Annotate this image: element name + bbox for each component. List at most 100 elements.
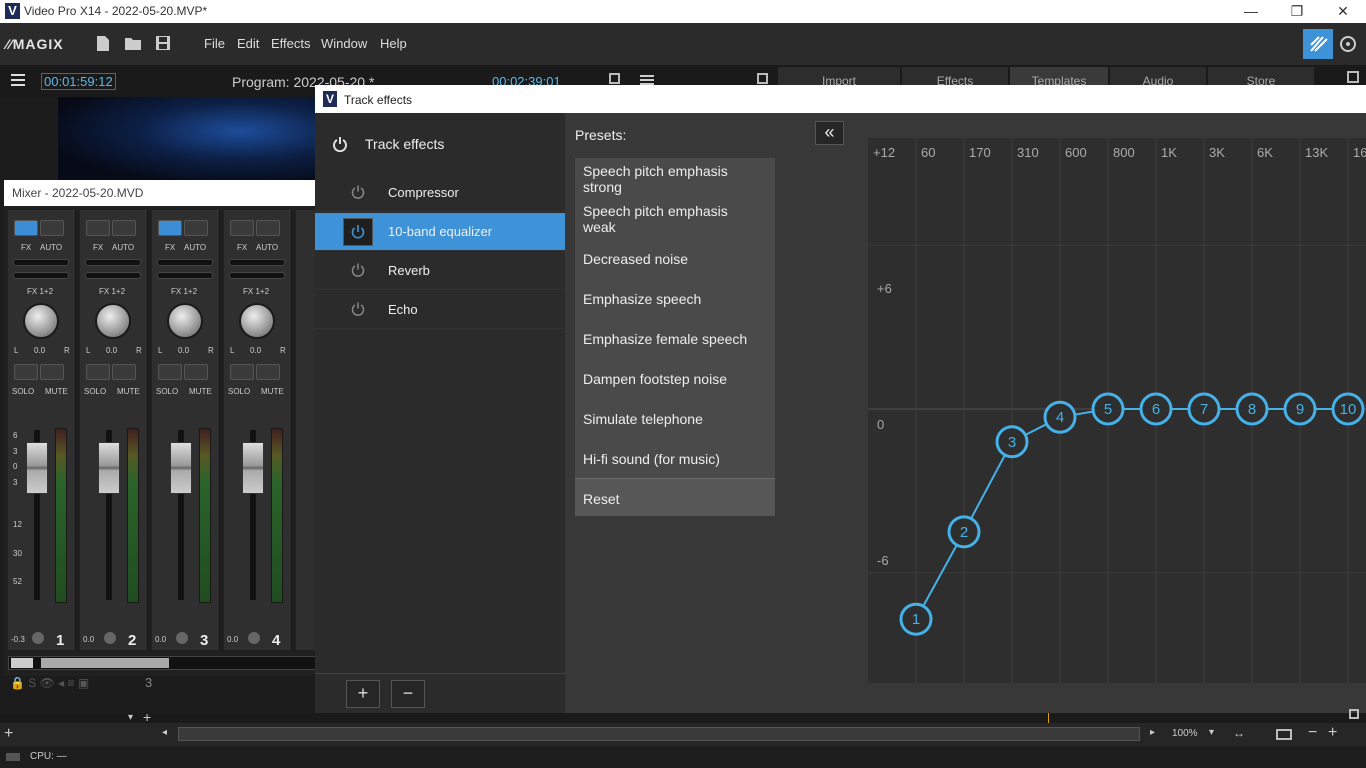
video-preview (58, 97, 318, 182)
auto-toggle[interactable] (256, 220, 280, 236)
disc-icon[interactable] (1340, 36, 1356, 52)
remove-effect-button[interactable]: − (391, 680, 425, 708)
dropdown-icon[interactable]: ▾ (128, 712, 133, 723)
preset-emphasize-speech[interactable]: Emphasize speech (583, 291, 701, 307)
pan-knob[interactable] (95, 303, 131, 339)
power-toggle[interactable] (343, 218, 373, 246)
volume-fader[interactable] (242, 442, 264, 494)
fit-screen-icon[interactable] (1276, 729, 1292, 740)
fit-width-icon[interactable]: ↔ (1233, 726, 1245, 740)
power-icon[interactable] (351, 185, 367, 201)
menu-edit[interactable]: Edit (237, 36, 259, 51)
program-monitor-icon[interactable] (609, 73, 620, 84)
auto-toggle[interactable] (40, 220, 64, 236)
mute-button[interactable] (256, 364, 280, 380)
input-icon[interactable] (248, 632, 260, 644)
eq-frequency-label: 13K (1305, 145, 1329, 160)
eq-band-label: 10 (1340, 401, 1357, 418)
fx-toggle[interactable] (86, 220, 110, 236)
level-meter (199, 428, 211, 603)
monitor-icon[interactable] (757, 73, 768, 84)
effect-item-reverb[interactable]: Reverb (315, 252, 565, 290)
menu-help[interactable]: Help (380, 36, 407, 51)
menu-window[interactable]: Window (321, 36, 367, 51)
mute-label: MUTE (189, 387, 212, 396)
fx-toggle[interactable] (14, 220, 38, 236)
input-icon[interactable] (176, 632, 188, 644)
volume-fader[interactable] (26, 442, 48, 494)
scroll-thumb[interactable] (41, 658, 169, 668)
save-icon[interactable] (155, 35, 171, 53)
volume-fader[interactable] (170, 442, 192, 494)
auto-toggle[interactable] (184, 220, 208, 236)
collapse-presets-button[interactable]: « (815, 121, 844, 145)
scroll-left-icon[interactable] (11, 658, 33, 668)
preset-speech-pitch-weak[interactable]: Speech pitch emphasis weak (583, 203, 763, 235)
solo-button[interactable] (86, 364, 110, 380)
mute-button[interactable] (184, 364, 208, 380)
mixer-strip-2: FX AUTO FX 1+2 L 0.0 R SOLO MUTE 0.0 2 (80, 210, 148, 650)
preset-decreased-noise[interactable]: Decreased noise (583, 251, 688, 267)
preset-emphasize-female-speech[interactable]: Emphasize female speech (583, 331, 747, 347)
preset-simulate-telephone[interactable]: Simulate telephone (583, 411, 703, 427)
scroll-right-icon[interactable]: ▸ (1150, 727, 1155, 738)
current-timecode[interactable]: 00:01:59:12 (41, 73, 116, 90)
track-number: 3 (145, 675, 153, 690)
minimize-button[interactable]: — (1228, 0, 1274, 23)
maximize-button[interactable]: ❐ (1274, 0, 1320, 23)
pan-knob[interactable] (239, 303, 275, 339)
panel-close-icon[interactable] (1347, 71, 1359, 83)
fx-toggle[interactable] (158, 220, 182, 236)
input-icon[interactable] (32, 632, 44, 644)
eq-band-handle-9[interactable]: 9 (1283, 392, 1317, 426)
interface-mode-button[interactable] (1303, 29, 1333, 59)
power-icon[interactable] (332, 136, 348, 152)
eq-band-handle-10[interactable]: 10 (1331, 392, 1365, 426)
preset-dampen-footstep-noise[interactable]: Dampen footstep noise (583, 371, 727, 387)
timeline-scroll-thumb[interactable] (178, 727, 1140, 741)
pan-knob[interactable] (167, 303, 203, 339)
close-button[interactable]: ✕ (1320, 0, 1366, 23)
volume-fader[interactable] (98, 442, 120, 494)
eq-band-handle-3[interactable]: 3 (995, 425, 1029, 459)
power-icon[interactable] (351, 302, 367, 318)
eq-band-handle-4[interactable]: 4 (1043, 400, 1077, 434)
open-folder-icon[interactable] (124, 35, 141, 53)
mute-button[interactable] (40, 364, 64, 380)
solo-button[interactable] (230, 364, 254, 380)
effect-item-compressor[interactable]: Compressor (315, 174, 565, 212)
new-file-icon[interactable] (96, 35, 112, 53)
effect-item-echo[interactable]: Echo (315, 291, 565, 329)
menu-file[interactable]: File (204, 36, 225, 51)
power-icon[interactable] (351, 263, 367, 279)
eq-band-handle-5[interactable]: 5 (1091, 392, 1125, 426)
add-effect-button[interactable]: + (346, 680, 380, 708)
scroll-left-icon[interactable]: ◂ (162, 727, 167, 738)
preset-hifi-sound[interactable]: Hi-fi sound (for music) (583, 451, 720, 467)
expand-icon[interactable] (1349, 709, 1359, 719)
zoom-out-icon[interactable]: − (1308, 724, 1317, 742)
auto-toggle[interactable] (112, 220, 136, 236)
input-icon[interactable] (104, 632, 116, 644)
solo-button[interactable] (158, 364, 182, 380)
zoom-dropdown-icon[interactable]: ▾ (1209, 727, 1214, 738)
eq-band-handle-1[interactable]: 1 (899, 602, 933, 636)
mute-button[interactable] (112, 364, 136, 380)
zoom-in-icon[interactable]: + (1328, 724, 1337, 742)
preset-speech-pitch-strong[interactable]: Speech pitch emphasis strong (583, 163, 763, 195)
eq-band-handle-8[interactable]: 8 (1235, 392, 1269, 426)
zoom-level[interactable]: 100% (1172, 728, 1198, 739)
menu-effects[interactable]: Effects (271, 36, 311, 51)
fx-toggle[interactable] (230, 220, 254, 236)
list-icon[interactable] (640, 75, 654, 85)
reset-button[interactable]: Reset (575, 478, 775, 516)
eq-band-handle-7[interactable]: 7 (1187, 392, 1221, 426)
solo-button[interactable] (14, 364, 38, 380)
pan-knob[interactable] (23, 303, 59, 339)
eq-band-handle-2[interactable]: 2 (947, 515, 981, 549)
effect-item-10-band-equalizer[interactable]: 10-band equalizer (315, 213, 565, 251)
hamburger-menu-icon[interactable] (11, 74, 25, 86)
mixer-scrollbar[interactable] (8, 656, 316, 670)
eq-band-handle-6[interactable]: 6 (1139, 392, 1173, 426)
add-icon[interactable]: + (4, 725, 13, 743)
